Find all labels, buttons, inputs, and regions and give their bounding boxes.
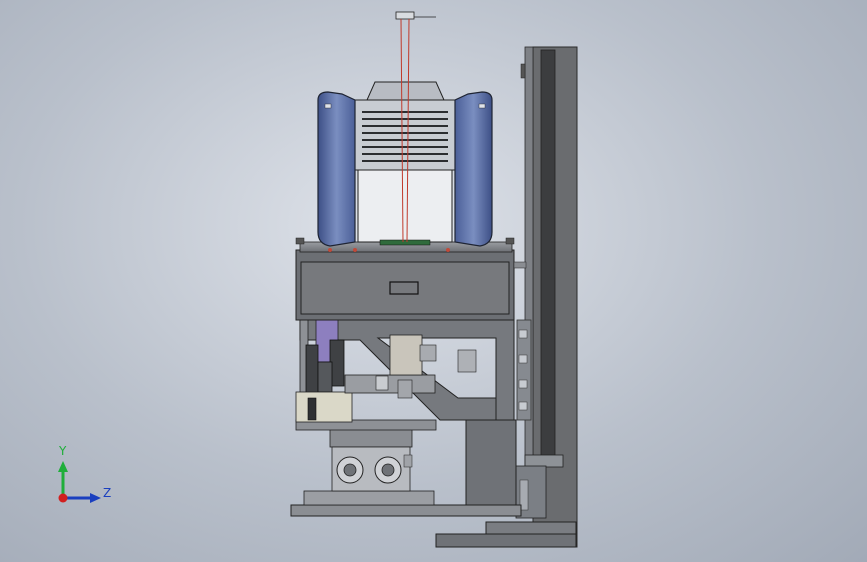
- x-axis-dot-icon: [58, 493, 68, 503]
- rotary-indexer: [329, 426, 413, 492]
- vertical-column: [515, 46, 578, 548]
- drawer-box: [295, 237, 527, 321]
- reference-triad: Y Z: [58, 444, 111, 503]
- hood-cover: [317, 81, 493, 247]
- graphics-viewport[interactable]: Y Z: [0, 0, 867, 562]
- triad-z-label: Z: [103, 486, 111, 500]
- triad-y-label: Y: [58, 444, 67, 458]
- cad-model-view[interactable]: Y Z: [0, 0, 867, 562]
